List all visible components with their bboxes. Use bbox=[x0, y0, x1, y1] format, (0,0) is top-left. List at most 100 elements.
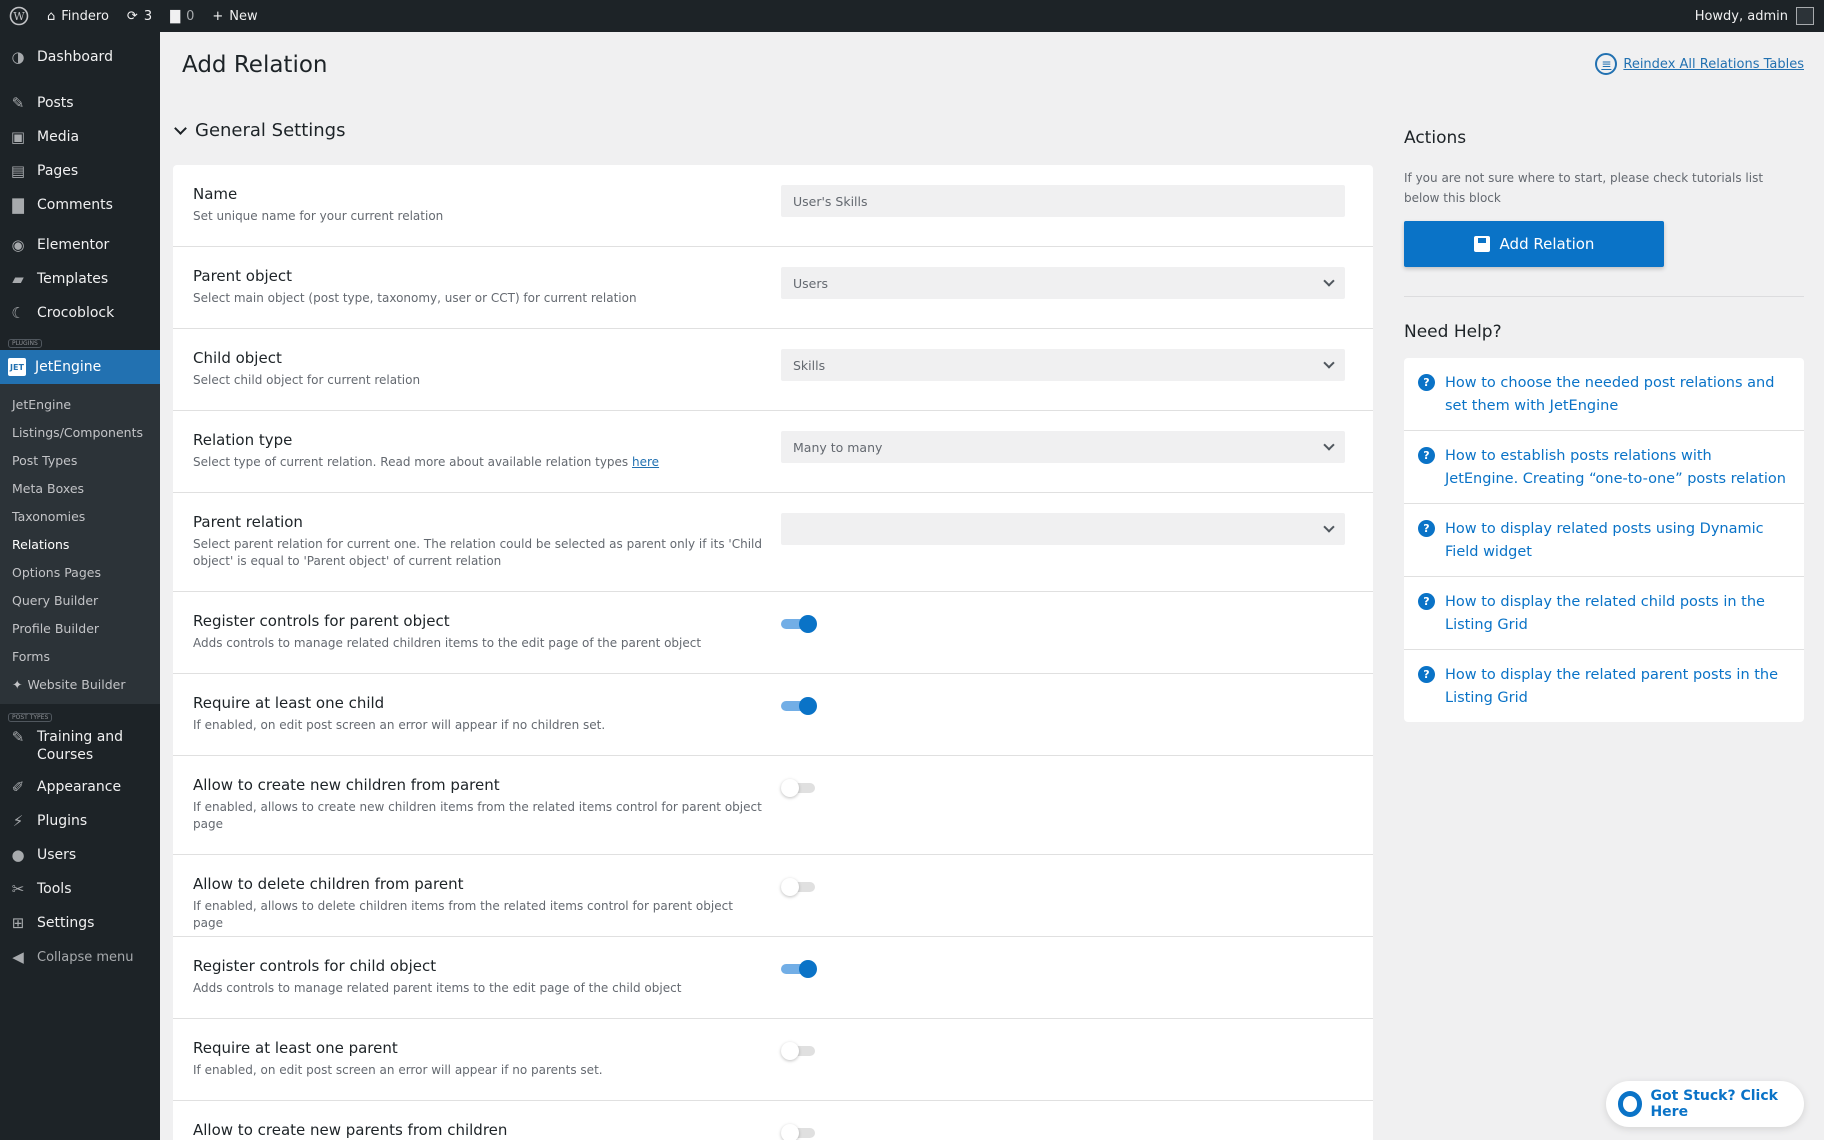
toggle-row: Allow to delete children from parent If … bbox=[173, 855, 1373, 937]
sidebar-item-plugins[interactable]: ⚡ Plugins bbox=[0, 804, 160, 838]
sidebar-item-crocoblock[interactable]: ☾ Crocoblock bbox=[0, 296, 160, 330]
submenu-item-post-types[interactable]: Post Types bbox=[0, 446, 160, 474]
question-icon: ? bbox=[1418, 666, 1435, 683]
parent-object-select[interactable]: Users bbox=[781, 267, 1345, 299]
sidebar-item-label: Elementor bbox=[37, 237, 110, 253]
create-children-toggle[interactable] bbox=[781, 778, 817, 798]
register-child-controls-toggle[interactable] bbox=[781, 959, 817, 979]
delete-children-toggle[interactable] bbox=[781, 877, 817, 897]
sidebar-item-jetengine[interactable]: JET JetEngine bbox=[0, 350, 160, 384]
field-description: Select parent relation for current one. … bbox=[193, 537, 762, 568]
updates-icon: ⟳ bbox=[126, 8, 138, 24]
updates-link[interactable]: ⟳ 3 bbox=[118, 0, 161, 32]
child-object-select[interactable]: Skills bbox=[781, 349, 1345, 381]
submenu-item-website-builder[interactable]: ✦ Website Builder bbox=[0, 670, 160, 698]
submenu-item-profile-builder[interactable]: Profile Builder bbox=[0, 614, 160, 642]
sidebar-item-media[interactable]: ▣ Media bbox=[0, 120, 160, 154]
help-link-item[interactable]: ? How to display the related parent posts… bbox=[1404, 650, 1804, 722]
sidebar-item-dashboard[interactable]: ◑ Dashboard bbox=[0, 40, 160, 74]
name-input-value: User's Skills bbox=[793, 193, 868, 209]
settings-icon: ⊞ bbox=[11, 914, 25, 932]
field-description: If enabled, allows to delete children it… bbox=[193, 899, 733, 930]
comments-icon: ▇ bbox=[12, 196, 24, 214]
submenu-item-options-pages[interactable]: Options Pages bbox=[0, 558, 160, 586]
toggle-row: Require at least one child If enabled, o… bbox=[173, 674, 1373, 756]
submenu-item-query-builder[interactable]: Query Builder bbox=[0, 586, 160, 614]
general-settings-panel: Name Set unique name for your current re… bbox=[173, 165, 1373, 1140]
help-link[interactable]: How to display related posts using Dynam… bbox=[1445, 518, 1788, 564]
account-menu[interactable]: Howdy, admin bbox=[1695, 7, 1824, 25]
field-title: Relation type bbox=[193, 431, 293, 449]
sidebar-item-posts[interactable]: ✎ Posts bbox=[0, 86, 160, 120]
field-title: Child object bbox=[193, 349, 282, 367]
relation-types-link[interactable]: here bbox=[632, 455, 659, 469]
submenu-item-relations[interactable]: Relations bbox=[0, 530, 160, 558]
field-title: Require at least one parent bbox=[193, 1039, 398, 1057]
comment-bubble-icon: ▇ bbox=[170, 8, 181, 24]
sidebar-item-label: Pages bbox=[37, 163, 79, 179]
field-title: Register controls for child object bbox=[193, 957, 437, 975]
toggle-row: Register controls for parent object Adds… bbox=[173, 592, 1373, 674]
help-links-list: ? How to choose the needed post relations… bbox=[1404, 358, 1804, 722]
field-title: Allow to create new parents from childre… bbox=[193, 1121, 508, 1139]
howdy-text: Howdy, admin bbox=[1694, 8, 1788, 24]
sidebar-item-settings[interactable]: ⊞ Settings bbox=[0, 906, 160, 940]
require-child-toggle[interactable] bbox=[781, 696, 817, 716]
register-parent-controls-toggle[interactable] bbox=[781, 614, 817, 634]
name-input[interactable]: User's Skills bbox=[781, 185, 1345, 217]
sidebar-item-elementor[interactable]: ◉ Elementor bbox=[0, 228, 160, 262]
sidebar-item-users[interactable]: ● Users bbox=[0, 838, 160, 872]
relation-type-select[interactable]: Many to many bbox=[781, 431, 1345, 463]
general-settings-toggle[interactable]: General Settings bbox=[174, 120, 346, 141]
help-link-item[interactable]: ? How to choose the needed post relations… bbox=[1404, 358, 1804, 431]
sidebar-item-label: Appearance bbox=[37, 779, 122, 795]
site-name-link[interactable]: ⌂ Findero bbox=[38, 0, 118, 32]
sidebar-item-label: Tools bbox=[37, 881, 72, 897]
submenu-item-taxonomies[interactable]: Taxonomies bbox=[0, 502, 160, 530]
help-link-item[interactable]: ? How to display related posts using Dyna… bbox=[1404, 504, 1804, 577]
parent-relation-select[interactable] bbox=[781, 513, 1345, 545]
sidebar-item-tools[interactable]: ✂ Tools bbox=[0, 872, 160, 906]
submenu-item-forms[interactable]: Forms bbox=[0, 642, 160, 670]
comments-link[interactable]: ▇ 0 bbox=[161, 0, 203, 32]
sidebar-item-comments[interactable]: ▇ Comments bbox=[0, 188, 160, 222]
require-parent-toggle[interactable] bbox=[781, 1041, 817, 1061]
question-icon: ? bbox=[1418, 593, 1435, 610]
sidebar-item-pages[interactable]: ▤ Pages bbox=[0, 154, 160, 188]
submenu-item-jetengine[interactable]: JetEngine bbox=[0, 390, 160, 418]
new-content-link[interactable]: + New bbox=[203, 0, 266, 32]
create-parents-toggle[interactable] bbox=[781, 1123, 817, 1140]
field-title: Allow to create new children from parent bbox=[193, 776, 500, 794]
sidebar-item-training[interactable]: ✎ Training and Courses bbox=[0, 724, 160, 764]
wordpress-logo-icon[interactable]: W bbox=[0, 0, 38, 32]
sidebar-item-templates[interactable]: ▰ Templates bbox=[0, 262, 160, 296]
users-icon: ● bbox=[11, 846, 25, 864]
submenu-item-meta-boxes[interactable]: Meta Boxes bbox=[0, 474, 160, 502]
pin-icon: ✎ bbox=[11, 728, 25, 746]
field-description: Select type of current relation. Read mo… bbox=[193, 454, 763, 471]
field-row-relation-type: Relation type Select type of current rel… bbox=[173, 411, 1373, 493]
toggle-row: Require at least one parent If enabled, … bbox=[173, 1019, 1373, 1101]
field-title: Allow to delete children from parent bbox=[193, 875, 464, 893]
sidebar-item-label: Crocoblock bbox=[37, 305, 115, 321]
sidebar-item-appearance[interactable]: ✐ Appearance bbox=[0, 770, 160, 804]
help-link[interactable]: How to display the related child posts i… bbox=[1445, 591, 1788, 637]
got-stuck-button[interactable]: Got Stuck? Click Here bbox=[1606, 1081, 1804, 1127]
field-description: Select main object (post type, taxonomy,… bbox=[193, 291, 637, 305]
add-relation-button[interactable]: Add Relation bbox=[1404, 221, 1664, 267]
question-icon: ? bbox=[1418, 374, 1435, 391]
collapse-menu-button[interactable]: ◀ Collapse menu bbox=[0, 940, 160, 974]
help-link[interactable]: How to establish posts relations with Je… bbox=[1445, 445, 1788, 491]
admin-sidebar: ◑ Dashboard ✎ Posts ▣ Media ▤ Pages ▇ Comment… bbox=[0, 32, 160, 1140]
help-link-item[interactable]: ? How to display the related child posts … bbox=[1404, 577, 1804, 650]
reindex-link[interactable]: ≡ Reindex All Relations Tables bbox=[1595, 53, 1804, 75]
help-link-item[interactable]: ? How to establish posts relations with J… bbox=[1404, 431, 1804, 504]
field-title: Parent relation bbox=[193, 513, 303, 531]
submenu-item-listings[interactable]: Listings/Components bbox=[0, 418, 160, 446]
chevron-down-icon bbox=[1323, 275, 1335, 287]
field-description: Adds controls to manage related children… bbox=[193, 636, 702, 650]
help-link[interactable]: How to display the related parent posts … bbox=[1445, 664, 1788, 710]
help-link[interactable]: How to choose the needed post relations … bbox=[1445, 372, 1788, 418]
sidebar-item-label: Templates bbox=[37, 271, 109, 287]
select-value: Users bbox=[793, 275, 829, 291]
